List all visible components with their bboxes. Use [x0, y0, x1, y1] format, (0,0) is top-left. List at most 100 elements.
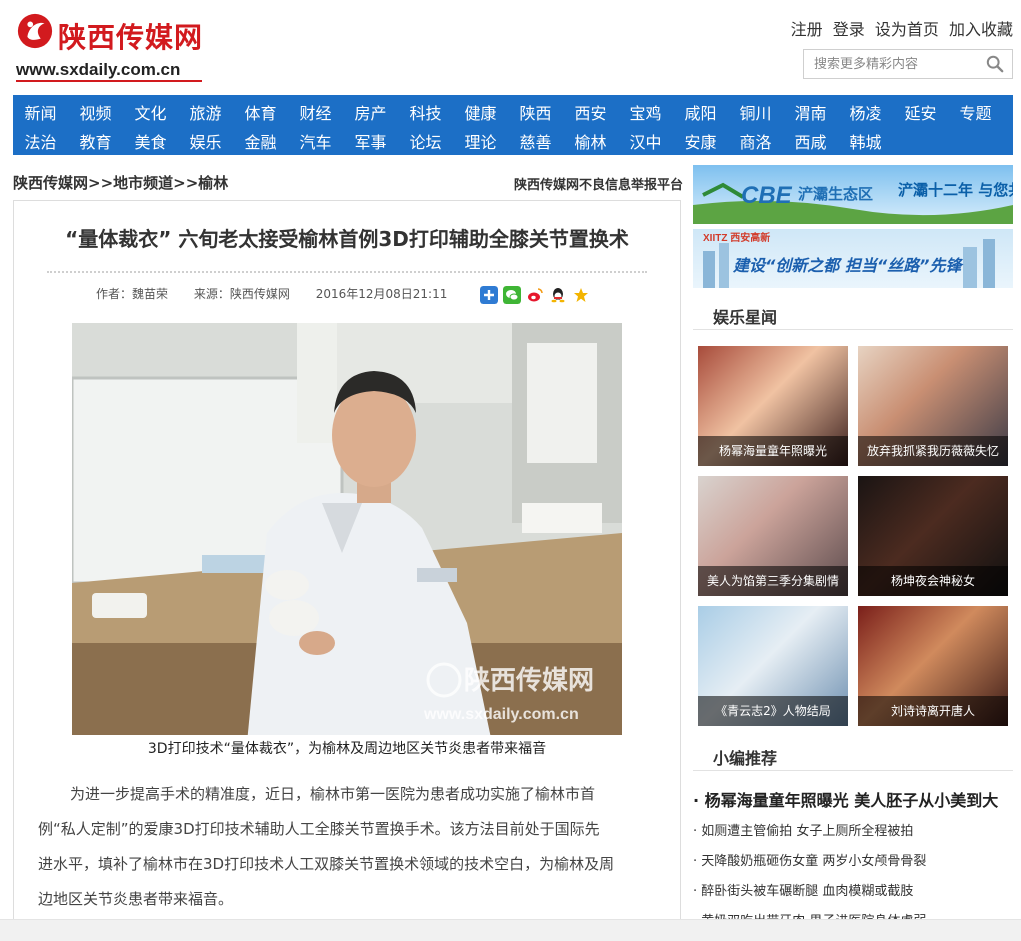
bottom-bar: [0, 919, 1021, 941]
rec-section-header: 小编推荐: [693, 737, 1013, 771]
nav-item[interactable]: 军事: [343, 129, 398, 153]
register-link[interactable]: 注册: [791, 20, 823, 39]
ent-caption-4: 杨坤夜会神秘女: [858, 566, 1008, 596]
nav-item[interactable]: 杨凌: [838, 100, 893, 124]
set-homepage-link[interactable]: 设为首页: [875, 20, 939, 39]
search-input[interactable]: [804, 50, 984, 78]
nav-item[interactable]: 慈善: [508, 129, 563, 153]
article-body: 为进一步提高手术的精准度，近日，榆林市第一医院为患者成功实施了榆林市首 例“私人…: [38, 777, 658, 917]
body-line-2: 例“私人定制”的爱康3D打印技术辅助人工全膝关节置换手术。该方法目前处于国际先: [38, 820, 600, 838]
nav-item[interactable]: 美食: [123, 129, 178, 153]
site-logo[interactable]: 陕西传媒网 www.sxdaily.com.cn: [14, 10, 214, 84]
search-box: [803, 49, 1013, 79]
nav-item[interactable]: 文化: [123, 100, 178, 124]
article-panel: “量体裁衣” 六旬老太接受榆林首例3D打印辅助全膝关节置换术 作者：魏苗荣 来源…: [13, 200, 681, 941]
nav-item[interactable]: 商洛: [728, 129, 783, 153]
nav-item[interactable]: 论坛: [398, 129, 453, 153]
article-author: 作者：魏苗荣: [96, 287, 169, 301]
ent-thumb-5[interactable]: 《青云志2》人物结局: [698, 606, 848, 726]
cbe-name: 浐灞生态区: [798, 185, 873, 203]
article-photo: 陕西传媒网 www.sxdaily.com.cn: [72, 323, 622, 735]
rec-section-title: 小编推荐: [713, 749, 778, 768]
plus-share-icon[interactable]: [480, 286, 498, 304]
wechat-icon[interactable]: [503, 286, 521, 304]
main-nav: 新闻 视频 文化 旅游 体育 财经 房产 科技 健康 陕西 西安 宝鸡 咸阳 铜川 渭南 杨凌 延安 专题 法治教…: [13, 95, 1013, 155]
cbe-slogan: 浐灞十二年 与您共成长: [898, 181, 1013, 199]
nav-item[interactable]: 延安: [893, 100, 948, 124]
body-line-3: 进水平，填补了榆林市在3D打印技术人工双膝关节置换术领域的技术空白，为榆林及周: [38, 855, 615, 873]
ent-caption-1: 杨幂海量童年照曝光: [698, 436, 848, 466]
nav-item[interactable]: 视频: [68, 100, 123, 124]
nav-item[interactable]: 金融: [233, 129, 288, 153]
nav-item[interactable]: 健康: [453, 100, 508, 124]
photo-caption: 3D打印技术“量体裁衣”，为榆林及周边地区关节炎患者带来福音: [147, 741, 547, 757]
body-line-1: 为进一步提高手术的精准度，近日，榆林市第一医院为患者成功实施了榆林市首: [70, 785, 596, 803]
report-platform-link[interactable]: 陕西传媒网不良信息举报平台: [514, 174, 683, 193]
nav-item[interactable]: 咸阳: [673, 100, 728, 124]
logo-title: 陕西传媒网: [58, 21, 204, 54]
nav-item[interactable]: 体育: [233, 100, 288, 124]
logo-underline: [16, 80, 202, 82]
nav-item[interactable]: 宝鸡: [618, 100, 673, 124]
qq-icon[interactable]: [549, 286, 567, 304]
title-divider: [47, 271, 647, 273]
nav-item[interactable]: 财经: [288, 100, 343, 124]
add-favorite-link[interactable]: 加入收藏: [949, 20, 1013, 39]
ent-section-header: 娱乐星闻: [693, 296, 1013, 330]
nav-item[interactable]: 西咸: [783, 129, 838, 153]
logo-emblem-icon: [17, 13, 53, 49]
ent-caption-2: 放弃我抓紧我历薇薇失忆: [858, 436, 1008, 466]
ent-thumb-1[interactable]: 杨幂海量童年照曝光: [698, 346, 848, 466]
rec-item-3[interactable]: · 醉卧街头被车碾断腿 血肉模糊或截肢: [693, 880, 913, 899]
nav-item[interactable]: 专题: [948, 100, 1003, 124]
ent-caption-6: 刘诗诗离开唐人: [858, 696, 1008, 726]
nav-item[interactable]: 榆林: [563, 129, 618, 153]
nav-item[interactable]: 法治: [13, 129, 68, 153]
search-icon[interactable]: [986, 55, 1004, 73]
cbe-logo: CBE: [741, 182, 793, 209]
rec-item-1[interactable]: · 如厕遭主管偷拍 女子上厕所全程被拍: [693, 820, 913, 839]
ent-thumb-4[interactable]: 杨坤夜会神秘女: [858, 476, 1008, 596]
nav-item[interactable]: 汽车: [288, 129, 343, 153]
nav-item[interactable]: 安康: [673, 129, 728, 153]
article-source: 来源：陕西传媒网: [193, 287, 290, 301]
nav-item[interactable]: 科技: [398, 100, 453, 124]
rec-item-2[interactable]: · 天降酸奶瓶砸伤女童 两岁小女颅骨骨裂: [693, 850, 926, 869]
login-link[interactable]: 登录: [833, 20, 865, 39]
rec-lead-link[interactable]: · 杨幂海量童年照曝光 美人胚子从小美到大: [693, 787, 998, 811]
photo-watermark: 陕西传媒网: [464, 666, 594, 696]
xiitz-logo: XIITZ 西安高新: [703, 231, 770, 244]
nav-item[interactable]: 铜川: [728, 100, 783, 124]
nav-item[interactable]: 房产: [343, 100, 398, 124]
nav-item[interactable]: 新闻: [13, 100, 68, 124]
ent-thumb-2[interactable]: 放弃我抓紧我历薇薇失忆: [858, 346, 1008, 466]
weibo-icon[interactable]: [526, 286, 544, 304]
nav-item[interactable]: 渭南: [783, 100, 838, 124]
site-header: 陕西传媒网 www.sxdaily.com.cn 注册 登录 设为首页 加入收藏: [0, 0, 1021, 95]
nav-item[interactable]: 教育: [68, 129, 123, 153]
nav-item[interactable]: 韩城: [838, 129, 893, 153]
ent-thumb-3[interactable]: 美人为馅第三季分集剧情: [698, 476, 848, 596]
ad-banner-cbe[interactable]: CBE 浐灞生态区 浐灞十二年 与您共成长: [693, 165, 1013, 224]
nav-row-1: 新闻 视频 文化 旅游 体育 财经 房产 科技 健康 陕西 西安 宝鸡 咸阳 铜川 渭南 杨凌 延安 专题: [13, 97, 1013, 126]
xiitz-slogan: 建设“创新之都 担当“丝路”先锋: [732, 256, 964, 275]
nav-item[interactable]: 西安: [563, 100, 618, 124]
favorite-icon[interactable]: [572, 286, 590, 304]
nav-item[interactable]: 汉中: [618, 129, 673, 153]
nav-item[interactable]: 理论: [453, 129, 508, 153]
ad-banner-xiitz[interactable]: XIITZ 西安高新 建设“创新之都 担当“丝路”先锋: [693, 229, 1013, 288]
nav-item[interactable]: 陕西: [508, 100, 563, 124]
body-line-4: 边地区关节炎患者带来福音。: [38, 890, 234, 908]
breadcrumb[interactable]: 陕西传媒网>>地市频道>>榆林: [13, 172, 228, 193]
ent-thumb-6[interactable]: 刘诗诗离开唐人: [858, 606, 1008, 726]
ent-caption-3: 美人为馅第三季分集剧情: [698, 566, 848, 596]
nav-item[interactable]: 旅游: [178, 100, 233, 124]
nav-row-2: 法治 教育 美食 娱乐 金融 汽车 军事 论坛 理论 慈善 榆林 汉中 安康 商洛 西咸 韩城: [13, 126, 1013, 155]
top-links: 注册 登录 设为首页 加入收藏: [786, 16, 1013, 40]
share-bar: [480, 286, 590, 304]
photo-watermark-url: www.sxdaily.com.cn: [423, 706, 579, 723]
article-meta: 作者：魏苗荣 来源：陕西传媒网 2016年12月08日21:11: [96, 285, 469, 302]
ent-section-title: 娱乐星闻: [713, 308, 778, 327]
nav-item[interactable]: 娱乐: [178, 129, 233, 153]
article-date: 2016年12月08日21:11: [315, 287, 448, 301]
